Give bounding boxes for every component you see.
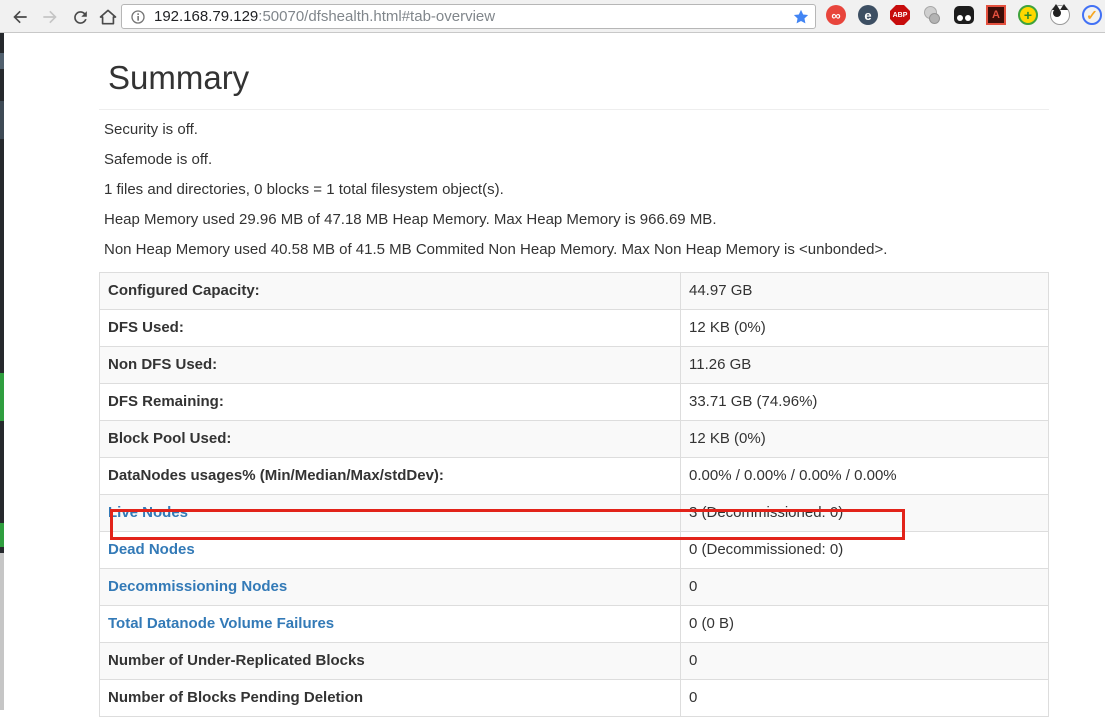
cat-extension-icon[interactable] xyxy=(1050,5,1070,25)
row-value: 11.26 GB xyxy=(681,347,1049,384)
reload-icon xyxy=(71,8,90,27)
forward-arrow-icon xyxy=(40,7,60,27)
blue-check-extension-icon[interactable]: ✓ xyxy=(1082,5,1102,25)
table-row-datanode-usages: DataNodes usages% (Min/Median/Max/stdDev… xyxy=(100,458,1049,495)
table-row-configured-capacity: Configured Capacity: 44.97 GB xyxy=(100,273,1049,310)
url-host: 192.168.79.129 xyxy=(154,8,258,25)
title-divider xyxy=(99,109,1049,110)
forward-button[interactable] xyxy=(38,5,62,29)
two-dots-extension-icon[interactable] xyxy=(954,6,974,24)
url-path: :50070/dfshealth.html#tab-overview xyxy=(258,8,495,25)
row-value: 0 xyxy=(681,643,1049,680)
table-row-blocks-pending-deletion: Number of Blocks Pending Deletion 0 xyxy=(100,680,1049,717)
volume-failures-link[interactable]: Total Datanode Volume Failures xyxy=(108,615,334,632)
row-value: 0 xyxy=(681,569,1049,606)
grey-spheres-extension-icon[interactable] xyxy=(922,5,942,25)
row-label: DFS Remaining: xyxy=(100,384,681,421)
row-label: Block Pool Used: xyxy=(100,421,681,458)
bookmark-star-icon[interactable] xyxy=(792,8,810,26)
green-plus-extension-icon[interactable]: + xyxy=(1018,5,1038,25)
page-info-icon[interactable] xyxy=(130,9,146,25)
adobe-acrobat-icon[interactable]: A xyxy=(986,5,1006,25)
infinity-extension-icon[interactable]: ∞ xyxy=(826,5,846,25)
back-arrow-icon xyxy=(10,7,30,27)
row-value: 33.71 GB (74.96%) xyxy=(681,384,1049,421)
background-window-sliver xyxy=(0,33,4,710)
safemode-status-text: Safemode is off. xyxy=(104,150,1049,170)
table-row-non-dfs-used: Non DFS Used: 11.26 GB xyxy=(100,347,1049,384)
page-title: Summary xyxy=(108,58,1049,98)
decommissioning-nodes-link[interactable]: Decommissioning Nodes xyxy=(108,578,287,595)
table-row-dfs-used: DFS Used: 12 KB (0%) xyxy=(100,310,1049,347)
table-row-dfs-remaining: DFS Remaining: 33.71 GB (74.96%) xyxy=(100,384,1049,421)
row-label: DFS Used: xyxy=(100,310,681,347)
row-value: 3 (Decommissioned: 0) xyxy=(681,495,1049,532)
non-heap-memory-text: Non Heap Memory used 40.58 MB of 41.5 MB… xyxy=(104,240,1049,260)
row-value: 0.00% / 0.00% / 0.00% / 0.00% xyxy=(681,458,1049,495)
row-value: 0 (0 B) xyxy=(681,606,1049,643)
row-value: 0 (Decommissioned: 0) xyxy=(681,532,1049,569)
browser-toolbar: 192.168.79.129:50070/dfshealth.html#tab-… xyxy=(0,0,1105,33)
home-icon xyxy=(98,7,118,27)
adblock-plus-icon[interactable]: ABP xyxy=(890,5,910,25)
table-row-live-nodes: Live Nodes 3 (Decommissioned: 0) xyxy=(100,495,1049,532)
dead-nodes-link[interactable]: Dead Nodes xyxy=(108,541,195,558)
table-row-under-replicated-blocks: Number of Under-Replicated Blocks 0 xyxy=(100,643,1049,680)
row-label: DataNodes usages% (Min/Median/Max/stdDev… xyxy=(100,458,681,495)
row-label: Non DFS Used: xyxy=(100,347,681,384)
back-button[interactable] xyxy=(8,5,32,29)
filesystem-objects-text: 1 files and directories, 0 blocks = 1 to… xyxy=(104,180,1049,200)
url-text[interactable]: 192.168.79.129:50070/dfshealth.html#tab-… xyxy=(154,8,495,25)
reload-button[interactable] xyxy=(68,5,92,29)
summary-table: Configured Capacity: 44.97 GB DFS Used: … xyxy=(99,272,1049,717)
address-bar[interactable]: 192.168.79.129:50070/dfshealth.html#tab-… xyxy=(121,4,816,29)
row-label: Number of Blocks Pending Deletion xyxy=(100,680,681,717)
table-row-block-pool-used: Block Pool Used: 12 KB (0%) xyxy=(100,421,1049,458)
table-row-dead-nodes: Dead Nodes 0 (Decommissioned: 0) xyxy=(100,532,1049,569)
table-row-volume-failures: Total Datanode Volume Failures 0 (0 B) xyxy=(100,606,1049,643)
row-label: Number of Under-Replicated Blocks xyxy=(100,643,681,680)
e-browser-extension-icon[interactable]: e xyxy=(858,5,878,25)
table-row-decommissioning-nodes: Decommissioning Nodes 0 xyxy=(100,569,1049,606)
live-nodes-link[interactable]: Live Nodes xyxy=(108,504,188,521)
security-status-text: Security is off. xyxy=(104,120,1049,140)
row-value: 12 KB (0%) xyxy=(681,421,1049,458)
dfs-health-page: Summary Security is off. Safemode is off… xyxy=(99,33,1049,717)
extension-icons: ∞ e ABP A + ✓ xyxy=(826,5,1102,25)
row-label: Configured Capacity: xyxy=(100,273,681,310)
row-value: 44.97 GB xyxy=(681,273,1049,310)
home-button[interactable] xyxy=(96,5,120,29)
heap-memory-text: Heap Memory used 29.96 MB of 47.18 MB He… xyxy=(104,210,1049,230)
row-value: 0 xyxy=(681,680,1049,717)
row-value: 12 KB (0%) xyxy=(681,310,1049,347)
